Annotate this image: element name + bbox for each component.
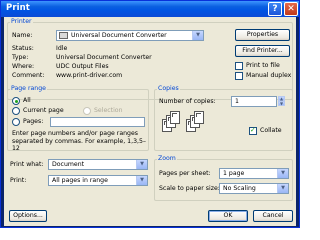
collate-illustration (162, 111, 232, 145)
collate-label[interactable]: Collate (260, 127, 282, 135)
printer-name-label: Name: (12, 32, 33, 39)
all-pages-radio[interactable] (12, 97, 20, 105)
all-pages-label[interactable]: All (23, 97, 31, 105)
down-arrow-icon[interactable]: ▼ (278, 101, 285, 106)
page-range-hint: Enter page numbers and/or page ranges se… (12, 130, 146, 152)
zoom-group (154, 159, 293, 201)
type-value: Universal Document Converter (56, 54, 152, 61)
properties-button[interactable]: Properties (235, 29, 290, 41)
selection-radio[interactable] (83, 107, 91, 115)
manual-duplex-label[interactable]: Manual duplex (246, 72, 291, 80)
window-title: Print (6, 3, 30, 13)
ok-button[interactable]: OK (208, 210, 248, 222)
page-stack-icon (194, 111, 204, 124)
status-value: Idle (56, 45, 68, 52)
help-button[interactable]: ? (268, 2, 282, 16)
manual-duplex-checkbox[interactable] (235, 72, 243, 80)
copies-spinner[interactable]: ▲ ▼ (278, 96, 285, 107)
printer-name-select[interactable]: Universal Document Converter ▼ (56, 30, 204, 41)
copies-input[interactable]: 1 (231, 96, 277, 107)
copies-value: 1 (235, 98, 239, 105)
chevron-down-icon: ▼ (192, 31, 203, 40)
printer-group-label: Printer (10, 18, 33, 26)
print-to-file-label[interactable]: Print to file (246, 62, 280, 70)
pages-radio[interactable] (12, 118, 20, 126)
pages-label[interactable]: Pages: (23, 118, 43, 126)
printer-icon (59, 32, 68, 39)
print-what-label: Print what: (10, 161, 44, 168)
zoom-group-label: Zoom (157, 155, 177, 163)
print-label: Print: (10, 177, 27, 184)
type-label: Type: (12, 54, 29, 61)
cancel-button[interactable]: Cancel (253, 210, 293, 222)
current-page-radio[interactable] (12, 107, 20, 115)
print-dialog: Print ? ✕ Printer Name: Universal Docume… (0, 0, 300, 228)
pages-per-sheet-value: 1 page (223, 170, 245, 177)
collate-checkbox[interactable] (249, 126, 257, 135)
find-printer-button[interactable]: Find Printer... (235, 45, 290, 57)
print-to-file-checkbox[interactable] (235, 62, 243, 70)
comment-label: Comment: (12, 72, 45, 79)
chevron-down-icon: ▼ (277, 184, 288, 193)
print-select[interactable]: All pages in range ▼ (48, 175, 148, 186)
current-page-label[interactable]: Current page (23, 107, 64, 115)
chevron-down-icon: ▼ (277, 169, 288, 178)
title-bar[interactable]: Print ? ✕ (1, 1, 299, 17)
where-value: UDC Output Files (56, 63, 109, 70)
print-what-select[interactable]: Document ▼ (48, 159, 148, 170)
pages-input[interactable] (50, 117, 145, 127)
where-label: Where: (12, 63, 35, 70)
close-button[interactable]: ✕ (284, 2, 298, 16)
selection-label[interactable]: Selection (94, 107, 123, 115)
print-value: All pages in range (52, 177, 108, 184)
status-label: Status: (12, 45, 34, 52)
options-button[interactable]: Options... (9, 210, 47, 222)
scale-value: No Scaling (223, 185, 256, 192)
scale-label: Scale to paper size: (159, 185, 220, 192)
chevron-down-icon: ▼ (136, 176, 147, 185)
number-of-copies-label: Number of copies: (159, 98, 216, 105)
print-what-value: Document (52, 161, 85, 168)
pages-per-sheet-label: Pages per sheet: (159, 170, 211, 177)
copies-group-label: Copies (157, 85, 180, 93)
printer-name-value: Universal Document Converter (71, 32, 167, 39)
page-stack-icon (170, 111, 180, 124)
pages-per-sheet-select[interactable]: 1 page ▼ (219, 168, 289, 179)
scale-select[interactable]: No Scaling ▼ (219, 183, 289, 194)
comment-value: www.print-driver.com (56, 72, 123, 79)
page-range-group-label: Page range (10, 85, 47, 93)
dialog-body: Printer Name: Universal Document Convert… (4, 17, 296, 226)
chevron-down-icon: ▼ (136, 160, 147, 169)
